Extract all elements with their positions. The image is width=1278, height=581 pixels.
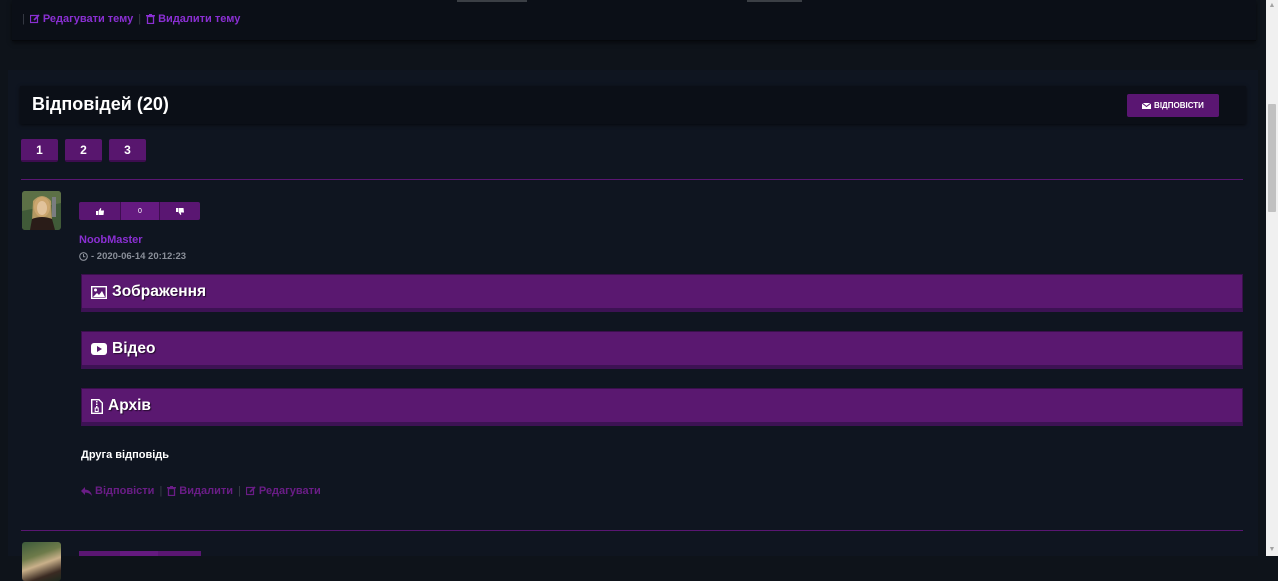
page-3-button[interactable]: 3 [109, 139, 146, 162]
edit-topic-link[interactable]: Редагувати тему [29, 13, 134, 25]
post-actions: Відповісти | Видалити | Редагувати [81, 485, 321, 497]
reply-link-label: Відповісти [95, 485, 155, 497]
top-decoration [457, 0, 527, 2]
vote-controls [79, 551, 201, 556]
delete-topic-link[interactable]: Видалити тему [146, 13, 240, 25]
reply-icon [81, 486, 92, 496]
pagination: 1 2 3 [21, 139, 146, 162]
images-section-label: Зображення [112, 283, 207, 300]
replies-section [8, 70, 1258, 556]
reply-button-label: ВІДПОВІСТИ [1154, 101, 1204, 110]
thumbs-down-icon [176, 207, 184, 215]
scroll-down-icon[interactable]: ▼ [1266, 544, 1278, 556]
vote-controls: 0 [79, 202, 200, 220]
avatar[interactable] [22, 191, 61, 230]
replies-header: Відповідей (20) ВІДПОВІСТИ [20, 86, 1246, 124]
youtube-icon [91, 343, 107, 355]
replies-title: Відповідей (20) [32, 94, 169, 114]
video-section-toggle[interactable]: Відео [81, 331, 1243, 369]
separator: | [238, 485, 241, 497]
images-section-toggle[interactable]: Зображення [81, 274, 1243, 312]
delete-link[interactable]: Видалити [167, 485, 233, 497]
vote-count [120, 551, 158, 556]
separator: | [138, 13, 142, 25]
clock-icon [79, 252, 88, 261]
page-2-button[interactable]: 2 [65, 139, 102, 162]
thumbs-up-icon [95, 207, 104, 215]
trash-icon [167, 486, 177, 496]
edit-link[interactable]: Редагувати [245, 485, 321, 497]
post-date: - 2020-06-14 20:12:23 [79, 251, 186, 262]
video-section-label: Відео [112, 340, 156, 357]
post-body: Друга відповідь [81, 449, 170, 461]
envelope-icon [1142, 102, 1152, 109]
topic-actions: | Редагувати тему | Видалити тему [22, 13, 240, 25]
upvote-button[interactable] [79, 202, 120, 220]
page: | Редагувати тему | Видалити тему Відпов… [0, 0, 1266, 581]
edit-topic-label: Редагувати тему [42, 13, 134, 25]
downvote-button[interactable] [160, 202, 200, 220]
edit-icon [29, 14, 40, 24]
post-divider [21, 179, 1243, 180]
avatar[interactable] [22, 542, 61, 581]
scrollbar-thumb[interactable] [1268, 104, 1276, 212]
vote-count: 0 [120, 202, 160, 220]
edit-link-label: Редагувати [258, 485, 321, 497]
scrollbar[interactable]: ▲ ▼ [1266, 0, 1278, 556]
delete-link-label: Видалити [179, 485, 234, 497]
avatar-image [22, 191, 61, 230]
reply-link[interactable]: Відповісти [81, 485, 154, 497]
archive-section-label: Архів [108, 397, 151, 414]
post-date-text: - 2020-06-14 20:12:23 [91, 251, 187, 262]
edit-icon [245, 486, 256, 496]
page-1-button[interactable]: 1 [21, 139, 58, 162]
scroll-up-icon[interactable]: ▲ [1266, 0, 1278, 12]
archive-section-toggle[interactable]: Архів [81, 388, 1243, 426]
separator: | [159, 485, 163, 497]
post-divider [21, 530, 1243, 531]
post-username[interactable]: NoobMaster [79, 234, 143, 246]
trash-icon [146, 14, 156, 24]
top-decoration [747, 0, 802, 2]
archive-file-icon [91, 398, 103, 414]
delete-topic-label: Видалити тему [158, 13, 241, 25]
image-icon [91, 285, 107, 299]
reply-button[interactable]: ВІДПОВІСТИ [1127, 94, 1219, 117]
separator: | [22, 13, 25, 25]
